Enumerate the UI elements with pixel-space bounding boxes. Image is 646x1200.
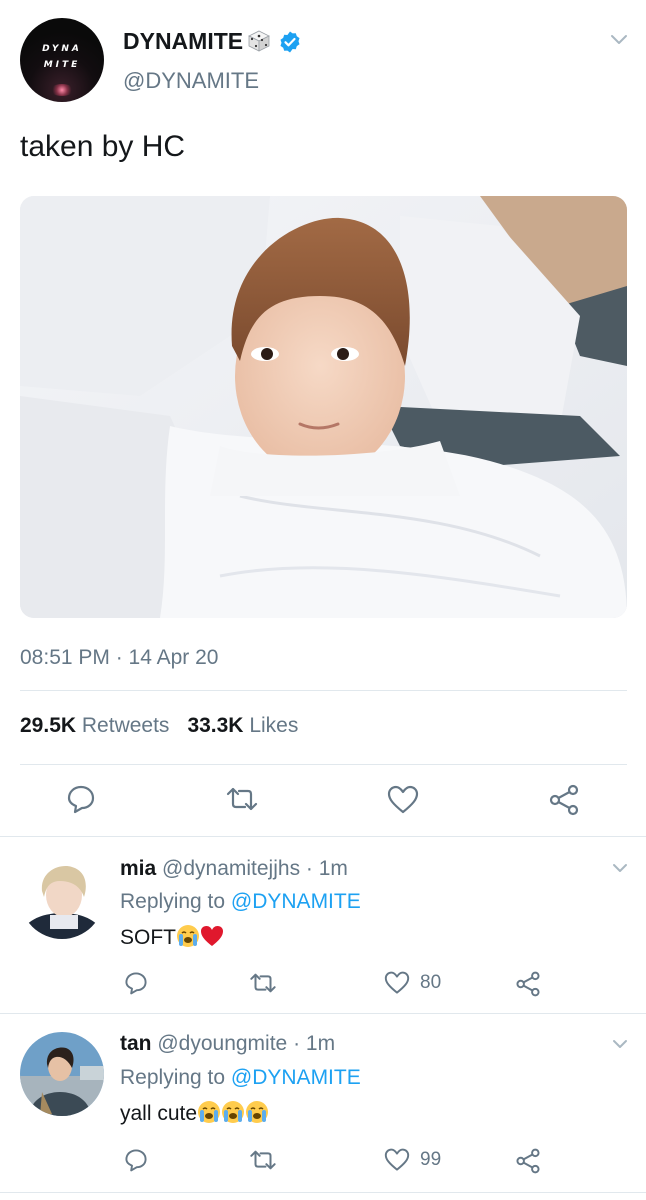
replying-to-prefix: Replying to [120, 890, 226, 913]
retweet-icon[interactable] [224, 786, 260, 812]
chevron-down-icon[interactable] [610, 34, 628, 46]
reply-text: yall cute [120, 1102, 198, 1125]
reply-display-name[interactable]: tan [120, 1032, 152, 1055]
author-avatar[interactable]: DYNA MITE [20, 18, 104, 102]
dice-icon [248, 30, 270, 52]
reply-display-name[interactable]: mia [120, 857, 156, 880]
reply-icon[interactable] [124, 971, 148, 995]
retweets-label: Retweets [81, 714, 170, 737]
replying-to: Replying to @DYNAMITE [120, 890, 361, 914]
avatar-logo-line2: MITE [43, 60, 81, 70]
reply-icon[interactable] [124, 1148, 148, 1172]
retweet-icon[interactable] [248, 1149, 278, 1171]
replying-to: Replying to @DYNAMITE [120, 1066, 361, 1090]
red-heart-icon [201, 926, 223, 946]
heart-icon[interactable] [387, 785, 419, 815]
reply-handle[interactable]: @dyoungmite [157, 1032, 287, 1055]
like-count: 33.3K [187, 714, 244, 737]
retweet-count: 29.5K [20, 714, 77, 737]
reply-header: mia @dynamitejjhs · 1m [120, 857, 348, 881]
avatar-logo-line1: DYNA [42, 44, 82, 54]
retweet-icon[interactable] [248, 972, 278, 994]
crying-face-icon [177, 925, 199, 947]
reply-avatar[interactable] [20, 855, 104, 939]
replying-to-mention[interactable]: @DYNAMITE [231, 1066, 361, 1089]
replying-to-prefix: Replying to [120, 1066, 226, 1089]
share-icon[interactable] [515, 971, 541, 997]
reply-tweet[interactable]: mia @dynamitejjhs · 1m Replying to @DYNA… [0, 837, 646, 1014]
likes-label: Likes [249, 714, 299, 737]
reply-text: SOFT [120, 926, 176, 949]
avatar-glow [50, 84, 74, 96]
crying-face-icon [222, 1101, 245, 1123]
divider [0, 1192, 646, 1193]
tweet-photo[interactable] [20, 196, 627, 618]
author-handle[interactable]: @DYNAMITE [123, 68, 259, 94]
divider [20, 764, 627, 765]
heart-icon[interactable] [384, 1148, 410, 1172]
reply-handle[interactable]: @dynamitejjhs [162, 857, 300, 880]
chevron-down-icon[interactable] [612, 1039, 628, 1050]
chevron-down-icon[interactable] [612, 863, 628, 874]
reply-icon[interactable] [66, 784, 96, 814]
reply-tweet[interactable]: tan @dyoungmite · 1m Replying to @DYNAMI… [0, 1014, 646, 1194]
reply-text-row: yall cute [120, 1100, 269, 1126]
reply-avatar[interactable] [20, 1032, 104, 1116]
reply-header: tan @dyoungmite · 1m [120, 1032, 335, 1056]
divider [20, 690, 627, 691]
tweet-text: taken by HC [20, 130, 186, 163]
reply-like-count: 99 [420, 1149, 442, 1170]
verified-badge-icon [280, 31, 300, 53]
replying-to-mention[interactable]: @DYNAMITE [231, 890, 361, 913]
reply-time: · 1m [305, 857, 348, 880]
tweet-timestamp[interactable]: 08:51 PM · 14 Apr 20 [20, 646, 218, 670]
reply-like-count: 80 [420, 972, 442, 993]
crying-face-icon [246, 1101, 269, 1123]
author-display-name[interactable]: DYNAMITE [123, 28, 243, 55]
share-icon[interactable] [515, 1148, 541, 1174]
heart-icon[interactable] [384, 971, 410, 995]
crying-face-icon [198, 1101, 221, 1123]
reply-time: · 1m [293, 1032, 336, 1055]
share-icon[interactable] [548, 784, 580, 816]
engagement-stats[interactable]: 29.5K Retweets 33.3K Likes [20, 714, 298, 738]
reply-text-row: SOFT [120, 924, 224, 950]
